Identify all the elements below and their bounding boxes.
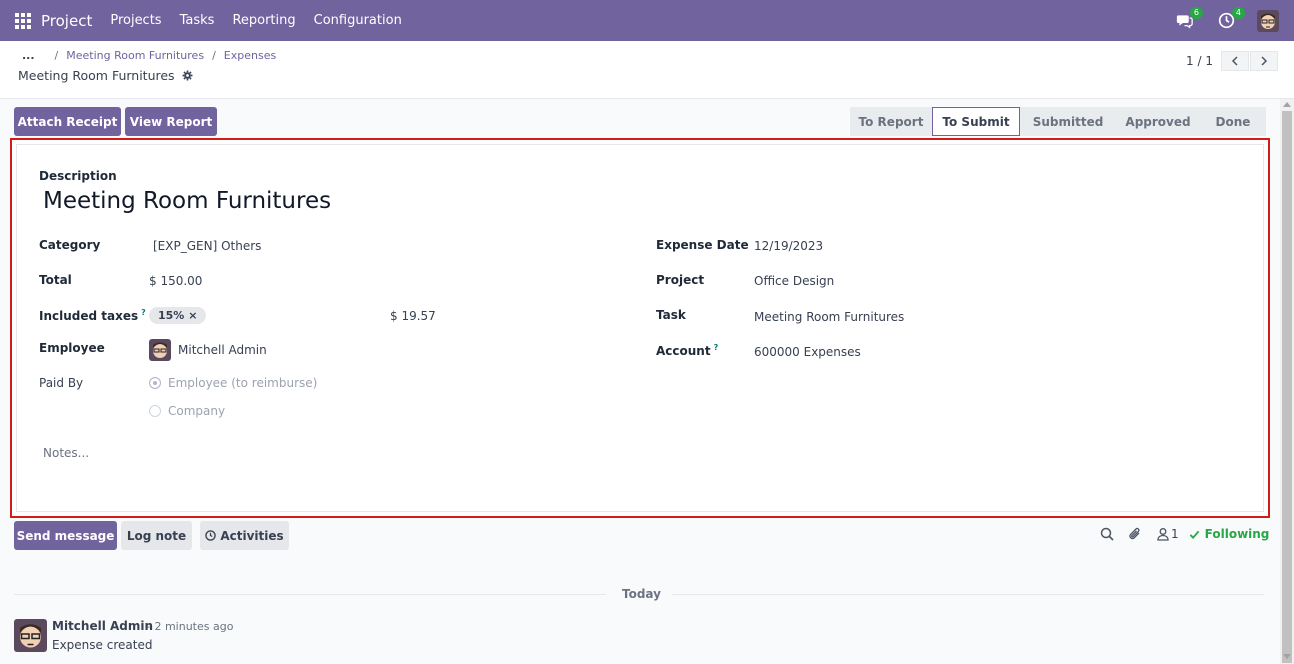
paid-by-employee-radio[interactable]: [149, 377, 161, 389]
apps-menu-icon[interactable]: [15, 12, 31, 29]
category-label: Category: [39, 238, 101, 252]
menu-tasks[interactable]: Tasks: [180, 13, 215, 28]
scroll-thumb[interactable]: [1282, 111, 1292, 663]
scroll-up-icon[interactable]: [1283, 102, 1291, 107]
gear-icon[interactable]: [182, 70, 193, 81]
paid-by-company-radio[interactable]: [149, 405, 161, 417]
employee-field[interactable]: Mitchell Admin: [178, 343, 267, 357]
category-field[interactable]: [EXP_GEN] Others: [153, 239, 261, 253]
breadcrumb-ellipsis[interactable]: ...: [22, 49, 35, 62]
tax-amount: $ 19.57: [390, 309, 436, 323]
chevron-right-icon: [1261, 56, 1268, 66]
included-taxes-label-text: Included taxes: [39, 309, 139, 323]
top-navbar: Project Projects Tasks Reporting Configu…: [0, 0, 1294, 41]
total-field[interactable]: $ 150.00: [149, 274, 202, 288]
activities-button[interactable]: Activities: [200, 521, 289, 550]
description-input[interactable]: Meeting Room Furnitures: [43, 188, 331, 214]
breadcrumb-item-meeting-room[interactable]: Meeting Room Furnitures: [66, 49, 204, 62]
form-highlight: Description Meeting Room Furnitures Cate…: [10, 138, 1270, 518]
followers-count[interactable]: 1: [1171, 527, 1179, 541]
attach-receipt-button[interactable]: Attach Receipt: [14, 107, 121, 136]
task-label: Task: [656, 308, 686, 322]
breadcrumb-separator: /: [212, 49, 216, 62]
pager-value[interactable]: 1 / 1: [1186, 54, 1213, 68]
menu-reporting[interactable]: Reporting: [232, 13, 295, 28]
date-separator: Today: [622, 587, 661, 601]
activities-button-label: Activities: [220, 528, 284, 543]
record-title: Meeting Room Furnitures: [18, 68, 193, 83]
breadcrumb: ... / Meeting Room Furnitures / Expenses: [22, 49, 276, 62]
messages-badge: 6: [1189, 6, 1203, 19]
employee-avatar: [149, 339, 171, 361]
control-panel: ... / Meeting Room Furnitures / Expenses…: [0, 41, 1294, 99]
clock-icon: [205, 530, 217, 541]
expense-date-field[interactable]: 12/19/2023: [754, 239, 823, 253]
app-name[interactable]: Project: [41, 12, 92, 30]
activities-clock-icon[interactable]: 4: [1215, 6, 1245, 32]
project-field[interactable]: Office Design: [754, 274, 834, 288]
notes-field[interactable]: Notes...: [43, 446, 89, 460]
view-report-button[interactable]: View Report: [125, 107, 217, 136]
send-message-button[interactable]: Send message: [14, 521, 117, 550]
account-label: Account?: [656, 343, 718, 358]
stage-done[interactable]: Done: [1200, 107, 1266, 136]
scrollbar[interactable]: [1280, 99, 1294, 664]
messages-icon[interactable]: 6: [1173, 6, 1203, 32]
paid-by-label: Paid By: [39, 376, 84, 390]
following-button[interactable]: Following: [1189, 527, 1270, 541]
activities-badge: 4: [1231, 6, 1245, 19]
task-field[interactable]: Meeting Room Furnitures: [754, 310, 904, 324]
description-label: Description: [39, 169, 117, 183]
employee-label: Employee: [39, 341, 105, 355]
follower-user-icon[interactable]: [1156, 527, 1170, 541]
pager: 1 / 1: [1186, 51, 1278, 71]
help-icon[interactable]: ?: [714, 343, 719, 352]
remove-tag-icon[interactable]: ×: [188, 309, 197, 322]
tax-tag-label: 15%: [158, 309, 185, 322]
account-field[interactable]: 600000 Expenses: [754, 345, 861, 359]
stage-to-report[interactable]: To Report: [850, 107, 932, 136]
tax-tag[interactable]: 15% ×: [149, 307, 207, 324]
message-author[interactable]: Mitchell Admin: [52, 619, 153, 633]
project-label: Project: [656, 273, 705, 287]
message-author-avatar[interactable]: [14, 619, 47, 652]
user-avatar[interactable]: [1257, 9, 1279, 32]
record-title-text: Meeting Room Furnitures: [18, 68, 175, 83]
message-time: - 2 minutes ago: [147, 620, 234, 633]
message-body: Expense created: [52, 638, 153, 652]
menu-configuration[interactable]: Configuration: [314, 13, 402, 28]
pager-next-button[interactable]: [1250, 51, 1278, 71]
date-divider-left: [14, 594, 606, 595]
menu-projects[interactable]: Projects: [110, 13, 161, 28]
expense-date-label: Expense Date: [656, 238, 749, 252]
breadcrumb-separator: /: [54, 49, 59, 62]
log-note-button[interactable]: Log note: [121, 521, 192, 550]
stage-submitted[interactable]: Submitted: [1020, 107, 1116, 136]
paid-by-employee-label[interactable]: Employee (to reimburse): [168, 376, 317, 390]
chevron-left-icon: [1231, 56, 1238, 66]
search-icon[interactable]: [1100, 527, 1114, 541]
status-bar: To Report To Submit Submitted Approved D…: [850, 107, 1266, 136]
chatter-tools: 1 Following: [1100, 527, 1269, 541]
scroll-down-icon[interactable]: [1283, 654, 1291, 659]
paperclip-icon[interactable]: [1128, 527, 1142, 541]
check-icon: [1189, 530, 1199, 539]
form-sheet: Description Meeting Room Furnitures Cate…: [16, 144, 1264, 512]
date-divider-right: [672, 594, 1264, 595]
included-taxes-label: Included taxes?: [39, 308, 146, 323]
stage-to-submit[interactable]: To Submit: [932, 107, 1020, 136]
pager-previous-button[interactable]: [1221, 51, 1249, 71]
stage-approved[interactable]: Approved: [1116, 107, 1200, 136]
paid-by-company-label[interactable]: Company: [168, 404, 225, 418]
breadcrumb-item-expenses[interactable]: Expenses: [224, 49, 276, 62]
total-label: Total: [39, 273, 72, 287]
account-label-text: Account: [656, 344, 711, 358]
following-label: Following: [1204, 527, 1270, 541]
help-icon[interactable]: ?: [141, 308, 146, 317]
